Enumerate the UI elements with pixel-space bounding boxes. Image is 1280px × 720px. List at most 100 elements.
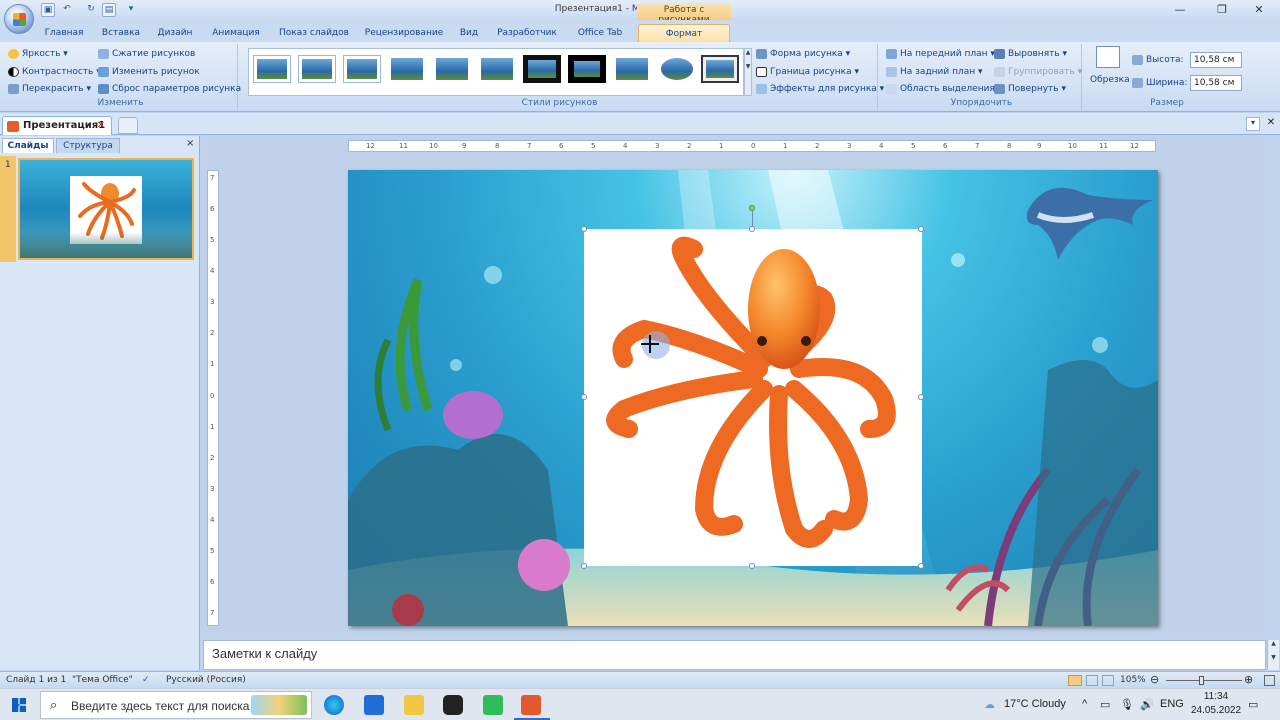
office-button[interactable] — [4, 4, 34, 34]
tray-expand-icon[interactable]: ^ — [1082, 698, 1087, 710]
taskbar-search[interactable]: ⌕ Введите здесь текст для поиска — [40, 691, 312, 719]
tab-outline[interactable]: Структура — [56, 138, 120, 153]
width-input[interactable]: 10,58 см — [1190, 75, 1242, 91]
save-icon[interactable]: ▣ — [41, 3, 55, 17]
bring-to-front-button[interactable]: На передний план ▾ — [886, 46, 995, 62]
notes-area[interactable]: Заметки к слайду — [203, 640, 1266, 670]
ruler-tick: 12 — [1130, 142, 1139, 150]
close-tab-icon[interactable]: ✕ — [97, 120, 105, 131]
notifications-icon[interactable]: ▭ — [1248, 698, 1258, 711]
undo-icon[interactable]: ↶ — [60, 3, 74, 17]
normal-view-icon[interactable] — [1068, 675, 1082, 686]
picture-shape-button[interactable]: Форма рисунка ▾ — [756, 46, 850, 62]
new-tab-button[interactable] — [118, 117, 138, 134]
tab-animation[interactable]: Анимация — [206, 24, 266, 42]
windows-start-icon[interactable] — [12, 698, 26, 712]
maximize-button[interactable]: ❐ — [1208, 0, 1236, 20]
style-thumb[interactable] — [343, 55, 381, 83]
language-tray[interactable]: ENG — [1160, 698, 1184, 710]
gallery-scroll[interactable]: ▲ ▼ — [744, 48, 752, 96]
slide-thumbnail[interactable] — [18, 158, 194, 260]
ruler-tick: 11 — [1099, 142, 1108, 150]
style-thumb[interactable] — [568, 55, 606, 83]
tab-developer[interactable]: Разработчик — [492, 24, 562, 42]
style-thumb[interactable] — [613, 55, 651, 83]
style-thumb[interactable] — [253, 55, 291, 83]
volume-icon[interactable]: 🔊 — [1140, 698, 1154, 711]
close-doc-icon[interactable]: ✕ — [1264, 117, 1278, 131]
tray-app-icon[interactable]: ▭ — [1100, 698, 1110, 711]
fit-to-window-icon[interactable] — [1264, 675, 1275, 686]
style-thumb[interactable] — [433, 55, 471, 83]
zoom-slider-thumb[interactable] — [1199, 676, 1204, 685]
powerpoint-taskbar-icon[interactable] — [521, 695, 541, 715]
style-thumb[interactable] — [658, 55, 696, 83]
doc-tab[interactable]: Презентация1 ✕ — [2, 116, 112, 135]
search-placeholder: Введите здесь текст для поиска — [71, 699, 250, 713]
resize-handle-sw[interactable] — [581, 563, 587, 569]
close-button[interactable]: ✕ — [1245, 0, 1273, 20]
store-icon[interactable] — [364, 695, 384, 715]
tab-review[interactable]: Рецензирование — [362, 24, 446, 42]
microphone-icon[interactable]: 🎙 — [1120, 698, 1134, 711]
change-picture-button[interactable]: Изменить рисунок — [98, 64, 200, 80]
close-pane-icon[interactable]: × — [186, 138, 194, 149]
tab-insert[interactable]: Вставка — [96, 24, 146, 42]
reset-picture-button[interactable]: Сброс параметров рисунка — [98, 81, 241, 97]
style-thumb[interactable] — [478, 55, 516, 83]
slide-sorter-icon[interactable] — [1086, 675, 1098, 686]
tab-list-icon[interactable]: ▾ — [1246, 117, 1260, 131]
tab-slides[interactable]: Слайды — [2, 138, 54, 153]
notes-scrollbar[interactable]: ▲ ▼ — [1267, 640, 1279, 670]
group-button[interactable]: Группировать ▾ — [994, 64, 1082, 80]
tab-slideshow[interactable]: Показ слайдов — [274, 24, 354, 42]
clock-date[interactable]: 24.05.2022 — [1188, 705, 1244, 716]
zoom-level[interactable]: 105% — [1120, 675, 1146, 685]
redo-icon[interactable]: ↻ — [84, 3, 98, 17]
tab-office-tab[interactable]: Office Tab — [572, 24, 628, 42]
crop-button[interactable]: Обрезка — [1090, 72, 1130, 88]
tab-design[interactable]: Дизайн — [152, 24, 198, 42]
minimize-button[interactable]: — — [1166, 0, 1194, 20]
camera-app-icon[interactable] — [443, 695, 463, 715]
height-input[interactable]: 10,58 см — [1190, 52, 1242, 68]
picture-effects-button[interactable]: Эффекты для рисунка ▾ — [756, 81, 884, 97]
resize-handle-ne[interactable] — [918, 226, 924, 232]
picture-border-button[interactable]: Граница рисунка ▾ — [756, 64, 859, 80]
style-thumb[interactable] — [701, 55, 739, 83]
rotate-handle[interactable] — [749, 205, 755, 211]
language-indicator[interactable]: Русский (Россия) — [166, 675, 246, 685]
resize-handle-se[interactable] — [918, 563, 924, 569]
brightness-button[interactable]: Яркость ▾ — [8, 46, 68, 62]
send-to-back-button[interactable]: На задний план ▾ — [886, 64, 983, 80]
spellcheck-icon[interactable]: ✓ — [142, 675, 150, 685]
style-thumb[interactable] — [298, 55, 336, 83]
align-button[interactable]: Выровнять ▾ — [994, 46, 1067, 62]
resize-handle-nw[interactable] — [581, 226, 587, 232]
resize-handle-e[interactable] — [918, 394, 924, 400]
compress-button[interactable]: Сжатие рисунков — [98, 46, 195, 62]
zoom-out-icon[interactable]: ⊖ — [1150, 673, 1159, 686]
rotate-button[interactable]: Повернуть ▾ — [994, 81, 1066, 97]
print-icon[interactable]: ▤ — [102, 3, 116, 17]
clock-time[interactable]: 11:34 — [1196, 691, 1236, 702]
weather-text[interactable]: 17°C Cloudy — [1004, 698, 1066, 710]
explorer-icon[interactable] — [404, 695, 424, 715]
edge-icon[interactable] — [324, 695, 344, 715]
style-thumb[interactable] — [523, 55, 561, 83]
selected-picture[interactable] — [584, 229, 922, 566]
selection-pane-button[interactable]: Область выделения — [886, 81, 995, 97]
recolor-button[interactable]: Перекрасить ▾ — [8, 81, 91, 97]
resize-handle-w[interactable] — [581, 394, 587, 400]
slideshow-view-icon[interactable] — [1102, 675, 1114, 686]
tab-format[interactable]: Формат — [638, 24, 730, 42]
style-thumb[interactable] — [388, 55, 426, 83]
zoom-slider[interactable] — [1166, 680, 1242, 681]
app-green-icon[interactable] — [483, 695, 503, 715]
qat-customize-icon[interactable]: ▾ — [124, 3, 138, 17]
resize-handle-s[interactable] — [749, 563, 755, 569]
tab-view[interactable]: Вид — [454, 24, 484, 42]
zoom-in-icon[interactable]: ⊕ — [1244, 673, 1253, 686]
contrast-button[interactable]: Контрастность ▾ — [8, 64, 101, 80]
tab-home[interactable]: Главная — [40, 24, 88, 42]
